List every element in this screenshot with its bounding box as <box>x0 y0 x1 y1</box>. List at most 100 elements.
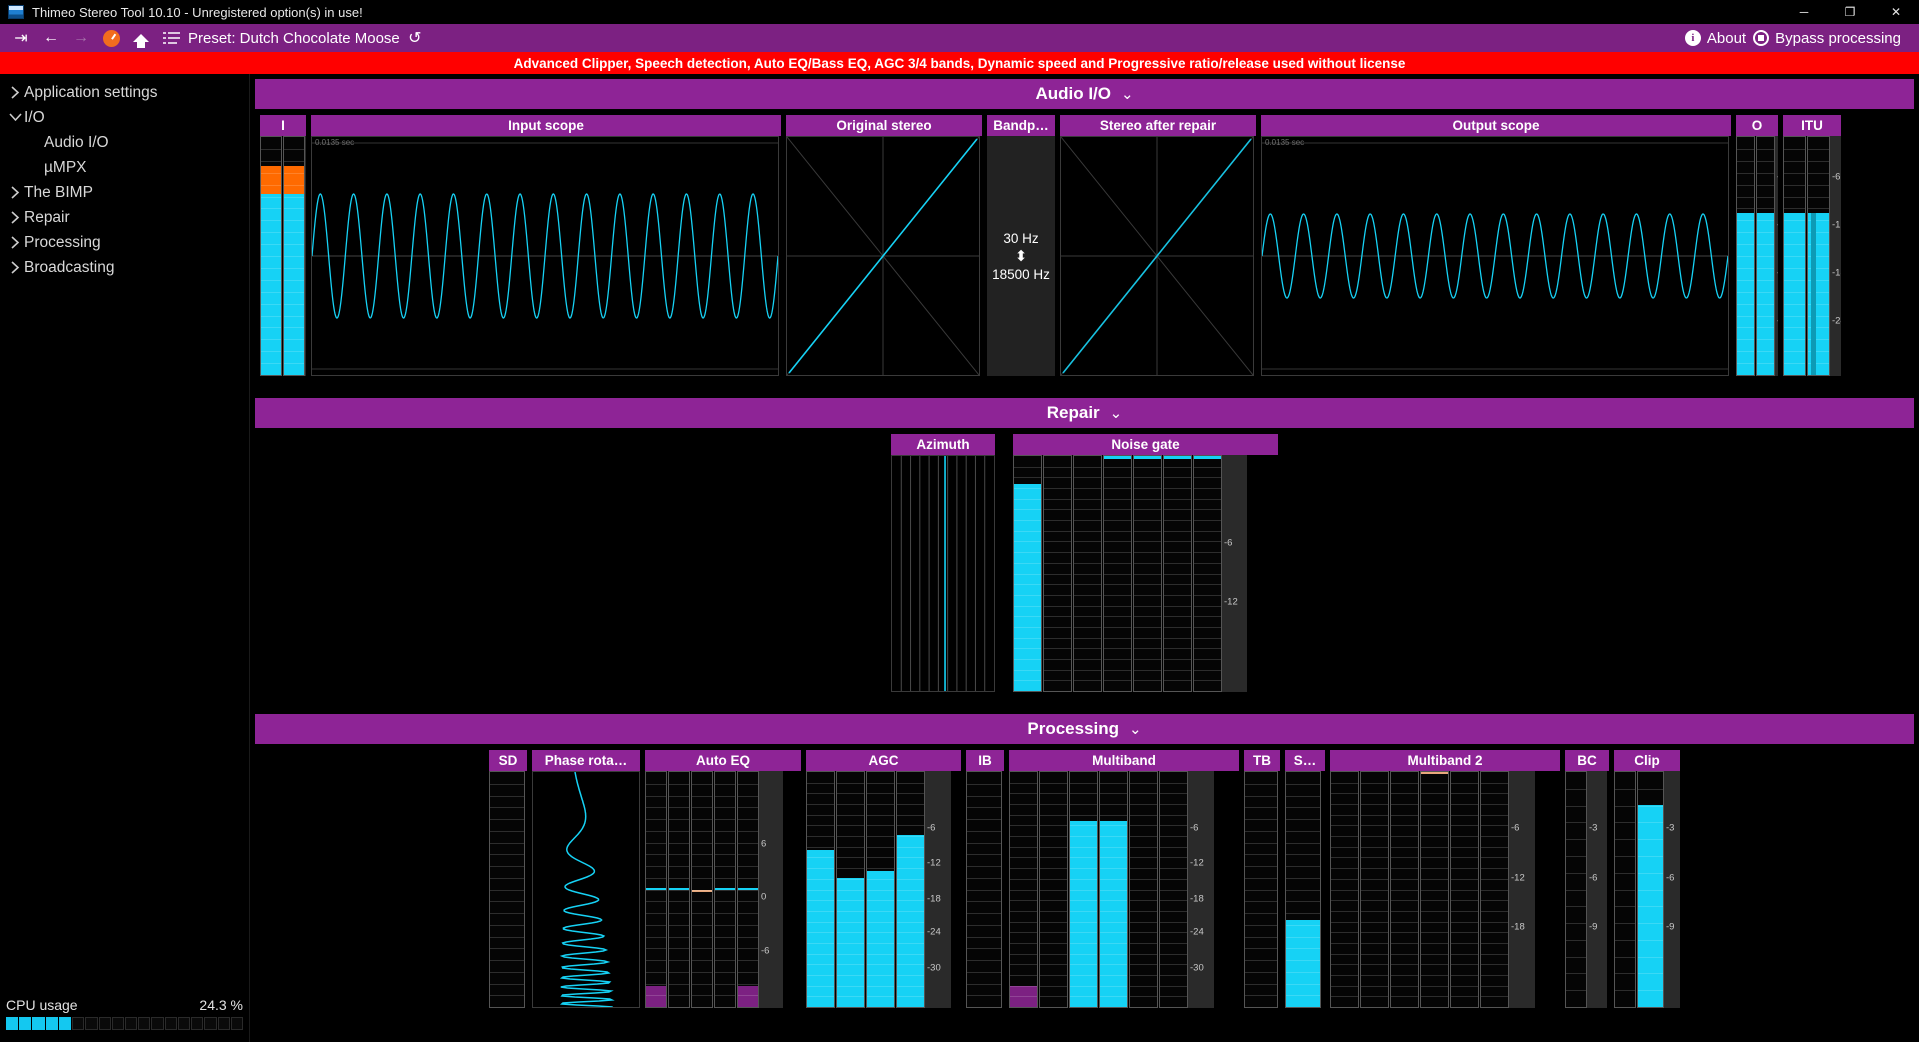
stereo-after-repair-title[interactable]: Stereo after repair <box>1060 115 1256 136</box>
cpu-segment <box>72 1017 85 1030</box>
meter-column <box>1736 136 1755 376</box>
meter-scale: -6 -12 -18 -24 <box>1775 136 1778 376</box>
meter-column <box>1480 771 1509 1008</box>
sidebar: Application settings I/O Audio I/O µMPX … <box>0 74 250 1042</box>
cpu-segment <box>204 1017 217 1030</box>
multiband2-title[interactable]: Multiband 2 <box>1330 750 1560 771</box>
window-title: Thimeo Stereo Tool 10.10 - Unregistered … <box>32 4 363 20</box>
meter-gridlines <box>1286 772 1320 1007</box>
input-scope-title[interactable]: Input scope <box>311 115 781 136</box>
multiband-title[interactable]: Multiband <box>1009 750 1239 771</box>
maximize-button[interactable]: ❐ <box>1827 0 1873 24</box>
section-header-repair[interactable]: Repair ⌄ <box>255 398 1914 428</box>
section-title: Processing <box>1027 719 1120 738</box>
meter-column <box>806 771 835 1008</box>
meter-gridlines <box>867 772 894 1007</box>
meter-column <box>1285 771 1321 1008</box>
itu-meter-title[interactable]: ITU <box>1783 115 1841 136</box>
bc-title[interactable]: BC <box>1565 750 1609 771</box>
ib-title[interactable]: IB <box>966 750 1004 771</box>
sd-panel: SD <box>489 750 527 1008</box>
sidebar-item-label: Audio I/O <box>44 133 109 151</box>
minimize-button[interactable]: ─ <box>1781 0 1827 24</box>
meter-columns <box>260 136 305 376</box>
meter-gridlines <box>1134 456 1161 691</box>
meter-column <box>1614 771 1636 1008</box>
sidebar-item-application-settings[interactable]: Application settings <box>0 80 249 105</box>
auto-eq-title[interactable]: Auto EQ <box>645 750 801 771</box>
sd-title[interactable]: SD <box>489 750 527 771</box>
preset-list-icon[interactable] <box>156 24 186 52</box>
sidebar-item-broadcasting[interactable]: Broadcasting <box>0 255 249 280</box>
chevron-right-icon <box>6 186 24 199</box>
sidebar-item-repair[interactable]: Repair <box>0 205 249 230</box>
azimuth-title[interactable]: Azimuth <box>891 434 995 455</box>
meter-column <box>1360 771 1389 1008</box>
meter-gridlines <box>1737 137 1754 375</box>
back-arrow-icon[interactable]: ← <box>36 24 66 52</box>
s-meter-title[interactable]: S… <box>1285 750 1325 771</box>
about-button[interactable]: i About <box>1684 30 1746 47</box>
scale-tick: -18 <box>1832 267 1841 279</box>
output-meter-title[interactable]: O <box>1736 115 1778 136</box>
bandpass-arrow-icon[interactable]: ⬍ <box>1015 249 1028 264</box>
input-meter-title[interactable]: I <box>260 115 306 136</box>
stereo-after-repair-panel: Stereo after repair <box>1060 115 1256 376</box>
meter-column <box>1756 136 1775 376</box>
sidebar-item-umpx[interactable]: µMPX <box>0 155 249 180</box>
meter-scale: -6 -12 -18 -24 -30 <box>1188 771 1214 1008</box>
meter-gridlines <box>261 137 281 375</box>
agc-title[interactable]: AGC <box>806 750 961 771</box>
preset-label[interactable]: Preset: Dutch Chocolate Moose <box>188 30 400 47</box>
window-controls: ─ ❐ ✕ <box>1781 0 1919 24</box>
tb-panel: TB <box>1244 750 1280 1008</box>
section-header-audio-io[interactable]: Audio I/O ⌄ <box>255 79 1914 109</box>
forward-arrow-icon[interactable]: → <box>66 24 96 52</box>
scale-tick: -12 <box>1777 219 1778 230</box>
sidebar-item-label: Application settings <box>24 83 158 101</box>
meter-columns <box>1783 136 1830 376</box>
home-icon[interactable] <box>126 24 156 52</box>
meter-gridlines <box>715 772 735 1007</box>
noise-gate-title[interactable]: Noise gate <box>1013 434 1278 455</box>
bandpass-title[interactable]: Bandp… <box>987 115 1055 136</box>
meter-gridlines <box>738 772 758 1007</box>
cpu-segment <box>138 1017 151 1030</box>
meter-gridlines <box>1164 456 1191 691</box>
bandpass-low-freq: 30 Hz <box>1003 230 1039 246</box>
sidebar-item-label: Broadcasting <box>24 258 115 276</box>
scale-tick: -9 <box>1666 921 1675 933</box>
go-to-start-icon[interactable]: ⇥ <box>6 24 36 52</box>
output-scope-title[interactable]: Output scope <box>1261 115 1731 136</box>
tb-title[interactable]: TB <box>1244 750 1280 771</box>
tb-meter <box>1244 771 1280 1008</box>
close-button[interactable]: ✕ <box>1873 0 1919 24</box>
cpu-segment <box>217 1017 230 1030</box>
phase-rotator-title[interactable]: Phase rota… <box>532 750 640 771</box>
stereo-after-repair-body <box>1060 136 1256 376</box>
bypass-processing-button[interactable]: Bypass processing <box>1753 30 1901 47</box>
section-header-processing[interactable]: Processing ⌄ <box>255 714 1914 744</box>
ib-panel: IB <box>966 750 1004 1008</box>
scale-tick: -6 <box>1190 822 1199 834</box>
sidebar-item-audio-io[interactable]: Audio I/O <box>0 130 249 155</box>
meter-gridlines <box>1014 456 1041 691</box>
sidebar-item-the-bimp[interactable]: The BIMP <box>0 180 249 205</box>
sidebar-item-io[interactable]: I/O <box>0 105 249 130</box>
output-scope-panel: Output scope 0.0135 sec <box>1261 115 1731 376</box>
meter-columns <box>1330 771 1509 1008</box>
scale-tick: -24 <box>1777 315 1778 326</box>
clip-title[interactable]: Clip <box>1614 750 1680 771</box>
meter-column <box>1039 771 1068 1008</box>
chevron-right-icon <box>6 261 24 274</box>
original-stereo-title[interactable]: Original stereo <box>786 115 982 136</box>
sidebar-item-label: I/O <box>24 108 45 126</box>
speed-dial-icon[interactable] <box>96 24 126 52</box>
chevron-down-icon: ⌄ <box>1129 721 1142 738</box>
reset-preset-icon[interactable]: ↺ <box>400 24 430 52</box>
meter-scale: -6 -12 <box>1222 455 1247 692</box>
sidebar-item-processing[interactable]: Processing <box>0 230 249 255</box>
bandpass-body: 30 Hz ⬍ 18500 Hz <box>987 136 1055 376</box>
meter-gridlines <box>1104 456 1131 691</box>
repair-panel-row: Azimuth Noise gate -6 -12 <box>255 434 1914 692</box>
